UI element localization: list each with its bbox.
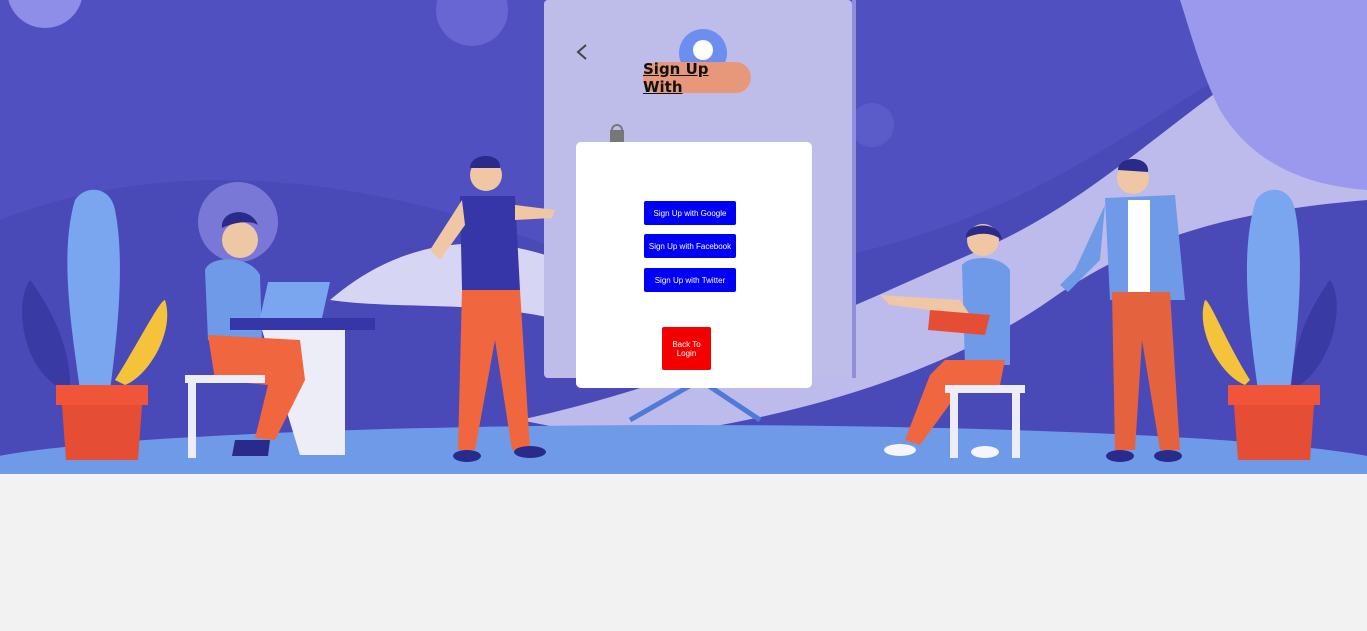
back-to-login-button[interactable]: Back To Login	[662, 327, 711, 370]
page-footer-area	[0, 474, 1367, 631]
page-title: Sign Up With	[643, 59, 709, 96]
hero-illustration: Sign Up With Sign Up with Google Sign Up…	[0, 0, 1367, 474]
signup-card: Sign Up with Google Sign Up with Faceboo…	[576, 142, 812, 388]
signup-google-button[interactable]: Sign Up with Google	[644, 201, 736, 225]
signup-twitter-button[interactable]: Sign Up with Twitter	[644, 268, 736, 292]
lock-icon	[610, 130, 624, 142]
signup-title-badge: Sign Up With	[643, 59, 751, 96]
signup-facebook-button[interactable]: Sign Up with Facebook	[644, 234, 736, 258]
